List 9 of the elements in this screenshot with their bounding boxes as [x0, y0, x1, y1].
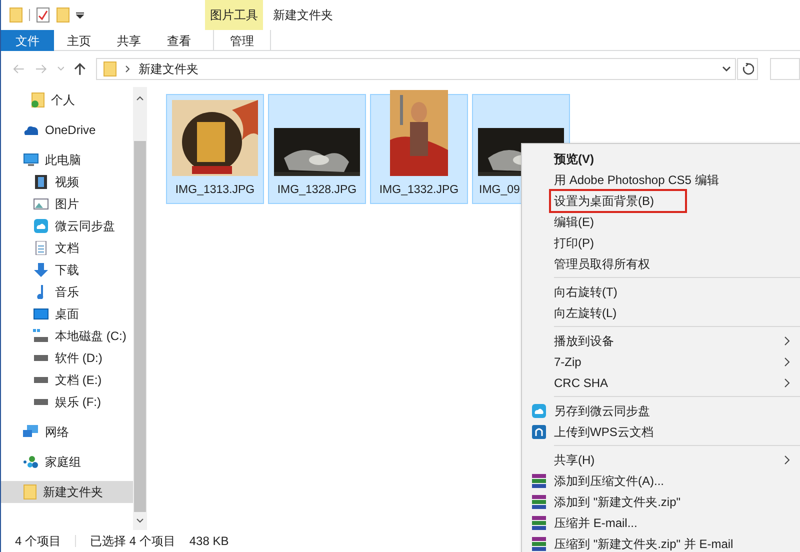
file-name: IMG_09	[478, 182, 520, 198]
item-count: 4 个项目	[15, 533, 62, 550]
window-title: 新建文件夹	[273, 7, 333, 24]
selection-count: 已选择 4 个项目	[90, 533, 176, 550]
file-name: IMG_1328.JPG	[277, 182, 357, 198]
file-name: IMG_1332.JPG	[379, 182, 459, 198]
selection-size: 438 KB	[189, 533, 229, 550]
file-name: IMG_1313.JPG	[175, 182, 255, 198]
context-tab-group: 图片工具	[205, 0, 263, 30]
